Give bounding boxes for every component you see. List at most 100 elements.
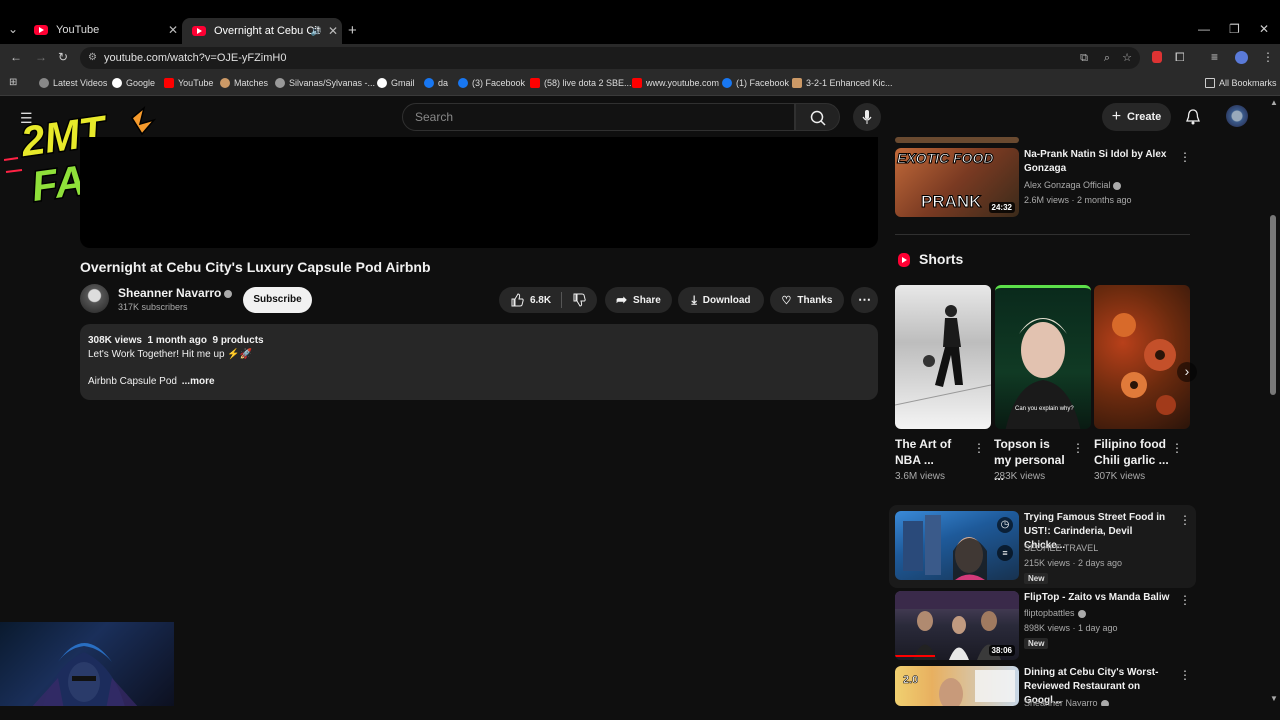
close-window-icon[interactable]: ✕: [1259, 22, 1269, 36]
search-input[interactable]: Search: [402, 103, 795, 131]
short-title[interactable]: Filipino food Chili garlic ...: [1094, 436, 1170, 468]
audio-playing-icon[interactable]: 🔊: [311, 26, 322, 37]
bookmark-youtube-com[interactable]: www.youtube.com: [632, 78, 719, 88]
video-thumbnail[interactable]: 38:06: [895, 591, 1019, 660]
bookmark-gmail[interactable]: Gmail: [377, 78, 415, 88]
url-field[interactable]: ⚙ youtube.com/watch?v=OJE-yFZimH0 ⧉ ⌕ ☆: [80, 47, 1140, 69]
video-thumbnail[interactable]: ◷ ≡: [895, 511, 1019, 580]
bookmark-matches[interactable]: Matches: [220, 78, 268, 88]
thumbs-down-icon[interactable]: [572, 293, 586, 307]
shorts-next-arrow-icon[interactable]: ›: [1177, 362, 1197, 382]
hamburger-menu-icon[interactable]: ☰: [20, 110, 33, 127]
add-to-queue-icon[interactable]: ≡: [997, 545, 1013, 561]
shorts-heading: Shorts: [919, 251, 964, 267]
scroll-up-arrow-icon[interactable]: ▲: [1270, 98, 1278, 107]
like-button[interactable]: 6.8K: [510, 293, 551, 307]
short-views: 307K views: [1094, 471, 1146, 482]
close-tab-icon[interactable]: ✕: [168, 23, 178, 37]
watch-later-icon[interactable]: ◷: [997, 517, 1013, 533]
description-meta: 308K views 1 month ago 9 products: [88, 335, 264, 346]
minimize-icon[interactable]: —: [1198, 22, 1210, 36]
reload-icon[interactable]: ↻: [58, 50, 68, 64]
plus-icon: +: [1111, 108, 1122, 125]
channel-avatar[interactable]: [80, 284, 109, 313]
basketball-player-image: [895, 305, 991, 406]
all-bookmarks[interactable]: All Bookmarks: [1205, 78, 1277, 88]
bookmark-google[interactable]: Google: [112, 78, 155, 88]
more-options-icon[interactable]: ⋮: [1171, 441, 1183, 455]
bookmark-facebook-3[interactable]: (3) Facebook: [458, 78, 525, 88]
channel-name[interactable]: fliptopbattles: [1024, 608, 1086, 618]
subscribe-button[interactable]: Subscribe: [243, 287, 312, 313]
thumbs-up-icon: [511, 293, 524, 307]
more-options-icon[interactable]: ⋮: [1072, 441, 1084, 455]
divider: [561, 292, 563, 308]
extension-icon[interactable]: [1152, 51, 1162, 63]
forward-icon[interactable]: →: [35, 50, 47, 64]
short-thumbnail[interactable]: [1094, 285, 1190, 429]
more-options-icon[interactable]: ⋮: [1179, 150, 1191, 164]
video-meta: 898K views · 1 day ago: [1024, 623, 1118, 633]
bookmark-live-dota[interactable]: (58) live dota 2 SBE...: [530, 78, 632, 88]
divider: [895, 234, 1190, 235]
media-controls-icon[interactable]: ≡: [1211, 50, 1218, 64]
short-title[interactable]: The Art of NBA ...: [895, 436, 971, 468]
bookmark-enhanced-kick[interactable]: 3-2-1 Enhanced Kic...: [792, 78, 893, 88]
description-box[interactable]: 308K views 1 month ago 9 products Let's …: [80, 324, 878, 400]
browser-menu-icon[interactable]: ⋮: [1262, 50, 1274, 64]
microphone-icon: [862, 110, 872, 124]
close-tab-icon[interactable]: ✕: [328, 24, 338, 38]
more-options-icon[interactable]: ⋮: [973, 441, 985, 455]
share-button[interactable]: ➦ Share: [605, 287, 672, 313]
account-avatar[interactable]: [1226, 105, 1248, 127]
bookmark-da[interactable]: da: [424, 78, 448, 88]
scroll-down-arrow-icon[interactable]: ▼: [1270, 694, 1278, 703]
tab-list-icon[interactable]: ⌄: [8, 22, 18, 36]
download-button[interactable]: ⤓ Download: [678, 287, 764, 313]
video-thumbnail[interactable]: 2.0: [895, 666, 1019, 706]
show-more-link[interactable]: ...more: [182, 376, 215, 387]
search-button[interactable]: [795, 103, 840, 131]
more-actions-button[interactable]: ⋯: [851, 287, 878, 313]
video-meta: 215K views · 2 days ago: [1024, 558, 1123, 568]
create-button[interactable]: + Create: [1102, 103, 1171, 131]
notifications-bell-icon[interactable]: [1185, 108, 1201, 126]
video-thumbnail[interactable]: EXOTIC FOOD PRANK 24:32: [895, 148, 1019, 217]
bookmark-silvanas[interactable]: Silvanas/Sylvanas -...: [275, 78, 375, 88]
more-options-icon[interactable]: ⋮: [1179, 513, 1191, 527]
short-thumbnail[interactable]: [895, 285, 991, 429]
voice-search-button[interactable]: [853, 103, 881, 131]
video-player[interactable]: [80, 137, 878, 248]
channel-name[interactable]: SEOHEE TRAVEL: [1024, 543, 1098, 553]
video-title[interactable]: FlipTop - Zaito vs Manda Baliw: [1024, 591, 1174, 605]
profile-avatar-icon[interactable]: [1235, 51, 1248, 64]
thanks-button[interactable]: ♡ Thanks: [770, 287, 844, 313]
back-icon[interactable]: ←: [10, 50, 22, 64]
page-scrollbar[interactable]: [1270, 215, 1276, 395]
tab-active-video[interactable]: Overnight at Cebu City's Lu 🔊 ✕: [182, 18, 342, 44]
short-thumbnail[interactable]: Can you explain why?: [995, 285, 1091, 429]
thanks-heart-icon: ♡: [781, 294, 792, 307]
partial-thumbnail[interactable]: [895, 137, 1019, 143]
more-options-icon[interactable]: ⋮: [1179, 593, 1191, 607]
video-title[interactable]: Na-Prank Natin Si Idol by Alex Gonzaga: [1024, 148, 1174, 176]
search-icon: [810, 110, 826, 126]
install-icon[interactable]: ⧉: [1080, 47, 1088, 69]
bookmark-youtube[interactable]: YouTube: [164, 78, 213, 88]
extensions-puzzle-icon[interactable]: ⧠: [1175, 50, 1185, 65]
zoom-icon[interactable]: ⌕: [1104, 47, 1110, 69]
more-options-icon[interactable]: ⋮: [1179, 668, 1191, 682]
bookmark-star-icon[interactable]: ☆: [1122, 47, 1132, 69]
channel-name[interactable]: Sheanner Navarro: [118, 286, 233, 300]
bookmark-latest-videos[interactable]: Latest Videos: [39, 78, 107, 88]
description-line: Let's Work Together! Hit me up ⚡🚀: [88, 349, 253, 360]
bookmark-facebook-1[interactable]: (1) Facebook: [722, 78, 789, 88]
new-tab-icon[interactable]: +: [348, 22, 357, 39]
short-views: 3.6M views: [895, 471, 946, 482]
channel-name[interactable]: Alex Gonzaga Official: [1024, 180, 1122, 190]
maximize-icon[interactable]: ❐: [1229, 22, 1240, 36]
site-info-icon[interactable]: ⚙: [88, 47, 97, 69]
short-caption: Can you explain why?: [1015, 406, 1074, 412]
apps-grid-icon[interactable]: ⊞: [9, 77, 17, 88]
tab-youtube[interactable]: YouTube ✕: [24, 18, 182, 42]
